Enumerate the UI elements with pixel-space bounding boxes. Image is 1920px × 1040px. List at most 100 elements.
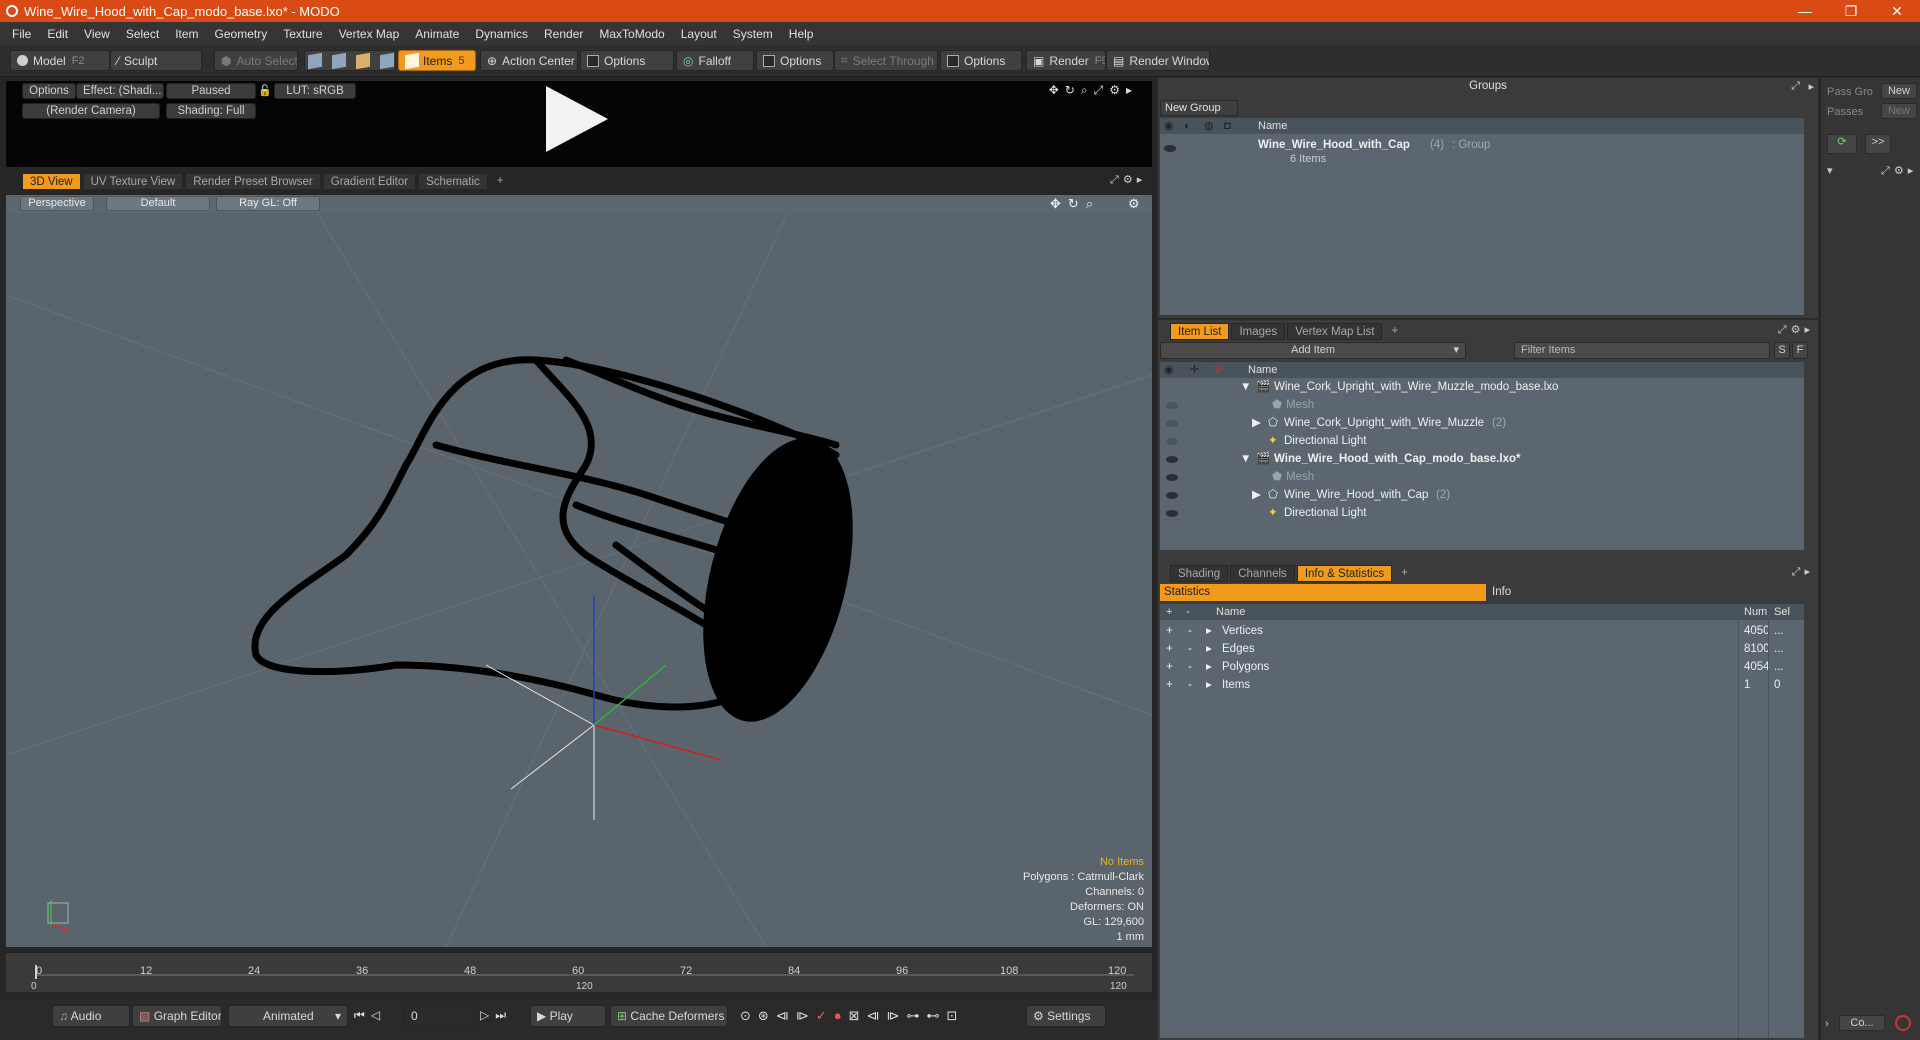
- filter-f-button[interactable]: F: [1792, 342, 1808, 359]
- group-row[interactable]: Wine_Wire_Hood_with_Cap (4) : Group 6 It…: [1160, 136, 1804, 165]
- next-key-icon[interactable]: ⧐: [796, 1008, 816, 1023]
- more-button[interactable]: >>: [1865, 134, 1891, 154]
- rotate-icon[interactable]: ↻: [1065, 83, 1081, 97]
- tab-schematic[interactable]: Schematic: [418, 173, 488, 190]
- polygons-mode-icon[interactable]: [356, 52, 370, 69]
- filter-items-input[interactable]: Filter Items: [1514, 342, 1770, 359]
- falloff-button[interactable]: ◎ Falloff: [676, 50, 754, 71]
- key-options-icon[interactable]: ⊠: [849, 1008, 867, 1023]
- play-button[interactable]: ▶ Play: [530, 1005, 606, 1027]
- remove-icon[interactable]: -: [1188, 622, 1192, 640]
- list-item[interactable]: ▼ 🎬 Wine_Cork_Upright_with_Wire_Muzzle_m…: [1160, 378, 1804, 396]
- graph-editor-button[interactable]: ▨ Graph Editor: [132, 1005, 222, 1027]
- record-ring-icon[interactable]: [1895, 1015, 1911, 1031]
- expand-icon[interactable]: ›: [1825, 1018, 1829, 1030]
- tab-item-list[interactable]: Item List: [1170, 323, 1230, 340]
- expand-arrow-icon[interactable]: ▼: [1240, 450, 1251, 468]
- step-forward-icon[interactable]: ▷: [480, 1008, 495, 1022]
- refresh-icon[interactable]: ⟳: [1827, 134, 1857, 154]
- record-icon[interactable]: ●: [834, 1008, 849, 1023]
- co-button[interactable]: Co...: [1839, 1015, 1885, 1031]
- rotate-icon[interactable]: ↻: [1068, 196, 1086, 211]
- list-item[interactable]: ▶ ⬠ Wine_Cork_Upright_with_Wire_Muzzle (…: [1160, 414, 1804, 432]
- timeline[interactable]: 0 12 24 36 48 60 72 84 96 108 120 0 120 …: [6, 952, 1152, 992]
- preview-lut-dropdown[interactable]: LUT: sRGB: [274, 83, 356, 99]
- maximize-icon[interactable]: ⤢: [1792, 566, 1805, 578]
- preview-camera-dropdown[interactable]: (Render Camera): [22, 103, 160, 119]
- skip-end-icon[interactable]: ⏭: [495, 1008, 512, 1022]
- maximize-icon[interactable]: ⤢: [1110, 174, 1123, 186]
- play-icon[interactable]: [546, 86, 608, 152]
- expand-arrow-icon[interactable]: ▶: [1252, 486, 1261, 504]
- frame-input[interactable]: 0: [404, 1005, 474, 1027]
- eye-icon[interactable]: [1164, 145, 1176, 152]
- menu-layout[interactable]: Layout: [673, 27, 725, 41]
- add-tab-button[interactable]: +: [1384, 323, 1405, 340]
- list-item[interactable]: ✦ Directional Light: [1160, 432, 1804, 450]
- model-mode-button[interactable]: Model F2: [10, 50, 110, 71]
- search-s-button[interactable]: S: [1774, 342, 1790, 359]
- arrow-right-icon[interactable]: ▸: [1126, 83, 1138, 97]
- gear-icon[interactable]: ⚙: [1128, 196, 1140, 212]
- gear-icon[interactable]: ⚙: [1109, 83, 1126, 97]
- minimize-button[interactable]: —: [1782, 0, 1828, 22]
- tab-shading[interactable]: Shading: [1170, 565, 1229, 582]
- list-item[interactable]: ▶ ⬠ Wine_Wire_Hood_with_Cap (2): [1160, 486, 1804, 504]
- prev-key-icon[interactable]: ⧏: [776, 1008, 796, 1023]
- unlink-icon[interactable]: ⊷: [926, 1008, 946, 1023]
- new-pass-group-button[interactable]: New: [1881, 83, 1917, 99]
- tab-info-statistics[interactable]: Info & Statistics: [1296, 565, 1393, 582]
- move-icon[interactable]: ✥: [1049, 83, 1065, 97]
- add-tab-button[interactable]: +: [490, 173, 511, 190]
- tab-channels[interactable]: Channels: [1230, 565, 1295, 582]
- eye-icon[interactable]: [1166, 420, 1178, 427]
- table-row[interactable]: + - ▸ Edges 8100 ...: [1160, 640, 1804, 658]
- eye-icon[interactable]: [1166, 510, 1178, 517]
- skip-start-icon[interactable]: ⏮: [354, 1008, 371, 1022]
- gear-icon[interactable]: ⚙: [1791, 324, 1805, 336]
- new-pass-button[interactable]: New: [1881, 103, 1917, 119]
- remove-icon[interactable]: -: [1188, 640, 1192, 658]
- menu-help[interactable]: Help: [781, 27, 822, 41]
- auto-key-icon[interactable]: ✓: [816, 1008, 834, 1023]
- tab-uv-texture-view[interactable]: UV Texture View: [82, 173, 184, 190]
- arrow-right-icon[interactable]: ▸: [1804, 324, 1814, 336]
- link-icon[interactable]: ⊶: [906, 1008, 926, 1023]
- auto-select-button[interactable]: ⬢ Auto Select: [214, 50, 298, 71]
- add-tab-button[interactable]: +: [1394, 565, 1415, 582]
- vertices-mode-icon[interactable]: [308, 52, 322, 69]
- arrow-right-icon[interactable]: ▸: [1808, 80, 1814, 93]
- materials-mode-icon[interactable]: [380, 52, 394, 69]
- items-mode-button[interactable]: Items 5: [398, 50, 476, 71]
- add-icon[interactable]: +: [1166, 640, 1173, 658]
- maximize-icon[interactable]: ⤢: [1881, 165, 1894, 177]
- tab-images[interactable]: Images: [1231, 323, 1286, 340]
- list-item[interactable]: ⬟ Mesh: [1160, 396, 1804, 414]
- preview-options-button[interactable]: Options: [22, 83, 76, 99]
- add-icon[interactable]: +: [1166, 658, 1173, 676]
- menu-view[interactable]: View: [76, 27, 118, 41]
- maximize-icon[interactable]: ⤢: [1791, 80, 1800, 93]
- tab-3d-view[interactable]: 3D View: [22, 173, 81, 190]
- audio-button[interactable]: ♫ Audio: [52, 1005, 130, 1027]
- move-icon[interactable]: ✥: [1050, 196, 1068, 211]
- preview-paused-button[interactable]: Paused: [166, 83, 256, 99]
- menu-geometry[interactable]: Geometry: [207, 27, 276, 41]
- action-center-options-button[interactable]: Options: [580, 50, 674, 71]
- lock-key-icon[interactable]: ⊡: [946, 1008, 964, 1023]
- arrow-right-icon[interactable]: ▸: [1137, 174, 1147, 186]
- raygl-dropdown[interactable]: Ray GL: Off: [216, 196, 320, 211]
- key-icon[interactable]: ⊙: [740, 1008, 758, 1023]
- table-row[interactable]: + - ▸ Vertices 4050 ...: [1160, 622, 1804, 640]
- zoom-icon[interactable]: ⌕: [1081, 83, 1094, 97]
- render-window-button[interactable]: ▤ Render Window: [1106, 50, 1210, 71]
- menu-file[interactable]: File: [4, 27, 39, 41]
- menu-edit[interactable]: Edit: [39, 27, 76, 41]
- add-icon[interactable]: +: [1166, 676, 1173, 694]
- gear-icon[interactable]: ⚙: [1894, 165, 1908, 177]
- perspective-dropdown[interactable]: Perspective: [20, 196, 94, 211]
- add-icon[interactable]: +: [1166, 622, 1173, 640]
- settings-button[interactable]: ⚙ Settings: [1026, 1005, 1106, 1027]
- close-button[interactable]: ✕: [1874, 0, 1920, 22]
- list-item[interactable]: ⬟ Mesh: [1160, 468, 1804, 486]
